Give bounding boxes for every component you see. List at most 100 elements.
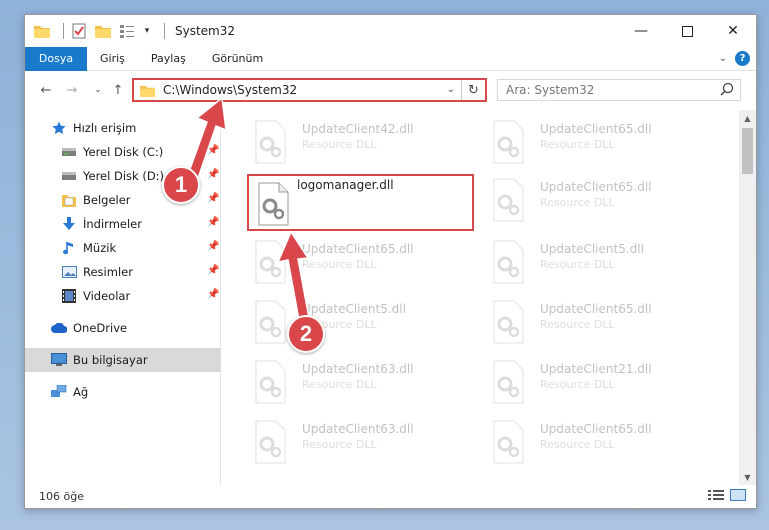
sidebar-item-drive-c[interactable]: Yerel Disk (C:) 📌 [25,140,221,164]
dll-file-icon [255,300,286,344]
ribbon-tabs: Dosya Giriş Paylaş Görünüm ⌄ ? [25,46,756,71]
cloud-icon [51,320,67,336]
pin-icon[interactable]: 📌 [207,145,219,156]
folder-icon [140,84,155,97]
view-menu-icon[interactable] [118,22,136,40]
search-icon[interactable] [720,82,734,99]
drive-icon [61,144,77,160]
list-item[interactable]: UpdateClient65.dll Resource DLL [488,116,718,172]
scroll-up-icon[interactable]: ▲ [739,110,756,126]
chevron-down-icon[interactable]: ⌄ [447,84,455,95]
pin-icon[interactable]: 📌 [207,217,219,228]
sidebar-item-videos[interactable]: Videolar 📌 [25,284,221,308]
window-controls: — ✕ [618,15,756,47]
video-icon [61,288,77,304]
status-bar: 106 öğe [25,484,756,508]
refresh-icon: ↻ [468,82,479,98]
toolbar-separator [164,23,165,39]
pin-icon[interactable]: 📌 [207,289,219,300]
window-title: System32 [175,24,236,38]
list-item[interactable]: UpdateClient42.dll Resource DLL [250,116,480,172]
list-item[interactable]: UpdateClient21.dll Resource DLL [488,356,718,412]
documents-icon [61,192,77,208]
logomanager-dll-file[interactable]: logomanager.dll [247,174,474,231]
dll-file-icon [493,420,524,464]
dll-file-icon [255,420,286,464]
up-arrow-icon: ↑ [112,82,124,98]
pin-icon[interactable]: 📌 [207,265,219,276]
forward-button[interactable]: → [63,81,81,99]
refresh-button[interactable]: ↻ [461,80,485,100]
pin-icon[interactable]: 📌 [207,193,219,204]
sidebar-item-this-pc[interactable]: Bu bilgisayar [25,348,221,372]
up-button[interactable]: ↑ [109,81,127,99]
list-item[interactable]: UpdateClient65.dll Resource DLL [250,236,480,292]
search-input[interactable] [506,83,706,97]
pictures-icon [61,264,77,280]
sidebar-item-quick-access[interactable]: Hızlı erişim [25,116,221,140]
recent-locations-button[interactable]: ⌄ [89,81,107,99]
dll-file-icon [493,240,524,284]
address-path[interactable]: C:\Windows\System32 [163,83,297,97]
quick-access-toolbar: ▾ System32 [33,22,235,40]
scrollbar-thumb[interactable] [742,128,753,174]
step-2-badge: 2 [287,315,325,353]
tab-view[interactable]: Görünüm [199,47,276,71]
dll-file-icon [255,360,286,404]
list-item[interactable]: UpdateClient63.dll Resource DLL [250,356,480,412]
download-icon [61,216,77,232]
tab-share[interactable]: Paylaş [138,47,199,71]
customize-dropdown-icon[interactable]: ▾ [142,22,152,40]
list-item[interactable]: UpdateClient63.dll Resource DLL [250,416,480,472]
chevron-down-icon: ⌄ [94,85,102,95]
tab-file[interactable]: Dosya [25,46,87,71]
dll-file-icon [493,178,524,222]
dll-file-icon [493,300,524,344]
list-item[interactable]: UpdateClient65.dll Resource DLL [488,416,718,472]
search-box[interactable] [497,79,741,101]
network-icon [51,384,67,400]
list-item[interactable]: UpdateClient5.dll Resource DLL [488,236,718,292]
view-switcher [708,489,746,504]
minimize-icon: — [634,23,648,39]
scroll-down-icon[interactable]: ▼ [739,469,756,485]
tab-home[interactable]: Giriş [87,47,138,71]
large-icons-view-icon[interactable] [730,489,746,504]
list-item[interactable]: UpdateClient5.dll Resource DLL [250,296,480,352]
file-list: UpdateClient42.dll Resource DLL UpdateCl… [222,110,739,485]
drive-icon [61,168,77,184]
star-icon [51,120,67,136]
minimize-button[interactable]: — [618,15,664,47]
dll-file-icon [258,182,289,226]
sidebar-item-pictures[interactable]: Resimler 📌 [25,260,221,284]
sidebar-item-downloads[interactable]: İndirmeler 📌 [25,212,221,236]
list-item[interactable]: UpdateClient65.dll Resource DLL [488,174,718,230]
pin-icon[interactable]: 📌 [207,169,219,180]
navigation-pane: Hızlı erişim Yerel Disk (C:) 📌 Yerel Dis… [25,110,221,485]
music-icon [61,240,77,256]
sidebar-item-music[interactable]: Müzik 📌 [25,236,221,260]
close-button[interactable]: ✕ [710,15,756,47]
computer-icon [51,352,67,368]
new-folder-icon[interactable] [94,22,112,40]
vertical-scrollbar[interactable]: ▲ ▼ [739,110,756,485]
details-view-icon[interactable] [708,489,724,504]
address-bar[interactable]: C:\Windows\System32 ⌄ ↻ [132,78,487,102]
sidebar-item-onedrive[interactable]: OneDrive [25,316,221,340]
pin-icon[interactable]: 📌 [207,241,219,252]
file-explorer-window: ▾ System32 — ✕ Dosya Giriş Paylaş Görünü… [24,14,757,509]
list-item[interactable]: UpdateClient65.dll Resource DLL [488,296,718,352]
dll-file-icon [493,360,524,404]
dll-file-icon [255,240,286,284]
maximize-button[interactable] [664,15,710,47]
expand-ribbon-icon[interactable]: ⌄ [719,53,727,64]
maximize-icon [681,25,693,37]
sidebar-item-network[interactable]: Ağ [25,380,221,404]
folder-icon [33,22,51,40]
dll-file-icon [255,120,286,164]
toolbar-separator [63,23,64,39]
item-count: 106 öğe [39,489,84,503]
back-button[interactable]: ← [37,81,55,99]
help-icon[interactable]: ? [735,51,750,66]
properties-icon[interactable] [70,22,88,40]
